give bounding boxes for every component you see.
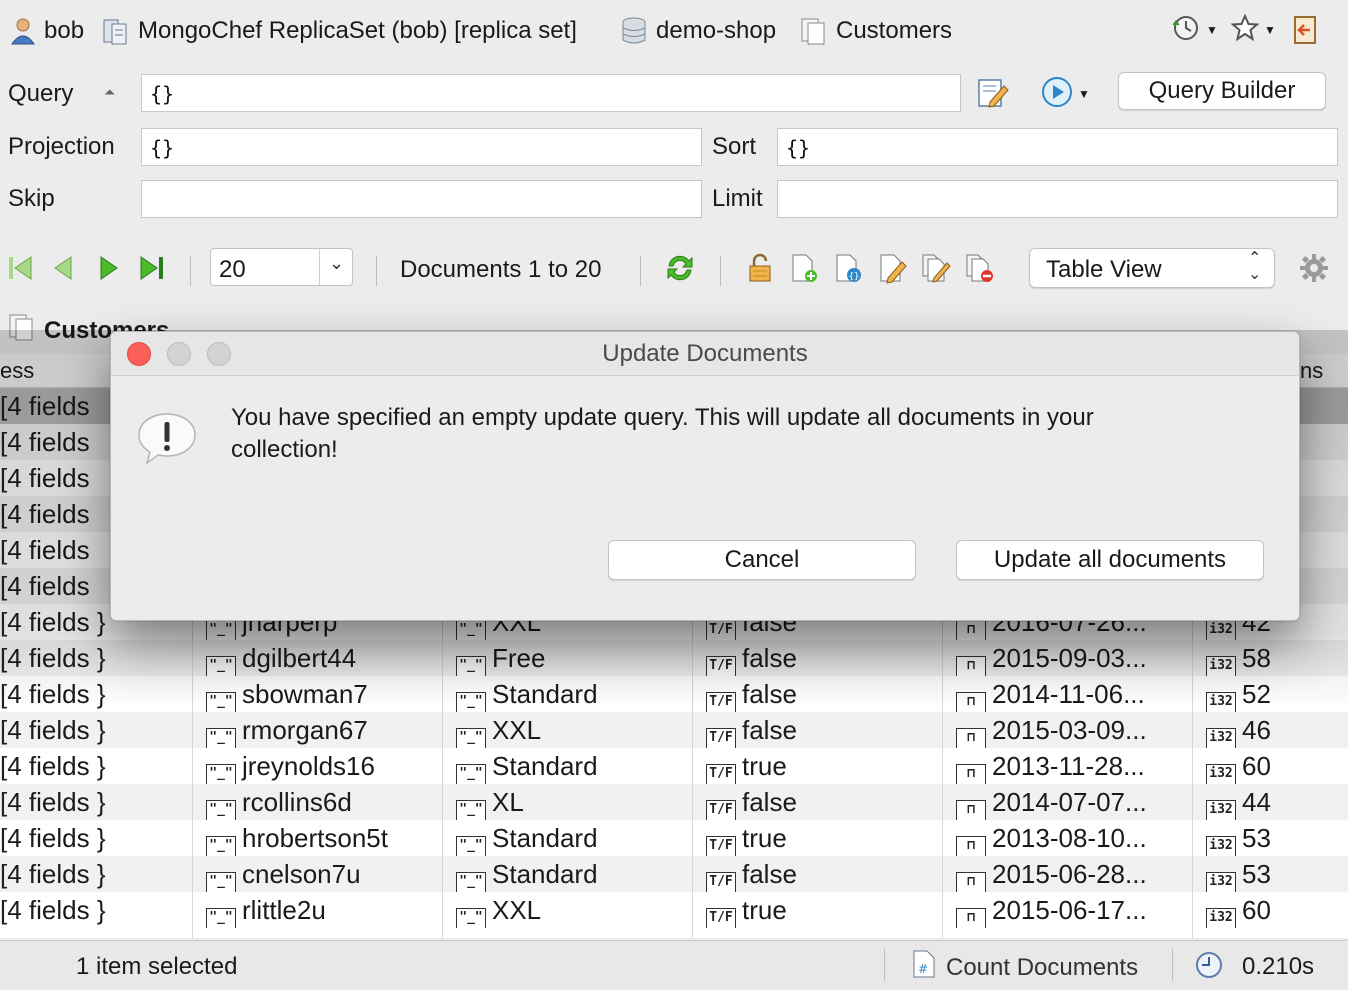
refresh-button[interactable]: [664, 252, 696, 288]
prev-page-icon: [49, 253, 79, 288]
sort-label: Sort: [712, 133, 757, 160]
last-page-button[interactable]: [136, 252, 168, 288]
page-size-select[interactable]: 20 ⌄: [210, 248, 353, 286]
query-builder-button[interactable]: Query Builder: [1118, 72, 1326, 110]
edit-multiple-icon: [920, 252, 952, 289]
status-bar: 1 item selected # Count Documents 0.210s: [0, 940, 1348, 990]
limit-label: Limit: [712, 185, 763, 212]
database-icon: [620, 16, 648, 46]
chevron-down-icon: ⌄: [329, 253, 345, 273]
breadcrumb-connection[interactable]: MongoChef ReplicaSet (bob) [replica set]: [102, 14, 577, 48]
add-document-button[interactable]: [788, 252, 820, 288]
timer-icon: [1194, 950, 1224, 987]
view-mode-value: Table View: [1046, 256, 1162, 283]
connection-icon: [102, 16, 130, 46]
refresh-icon: [664, 252, 696, 289]
favorites-button[interactable]: ▼: [1230, 13, 1282, 48]
update-all-documents-button[interactable]: Update all documents: [956, 540, 1264, 580]
query-label: Query: [8, 80, 74, 107]
query-input[interactable]: {}: [141, 74, 961, 112]
first-page-icon: [5, 253, 35, 288]
breadcrumb-database-label: demo-shop: [656, 17, 777, 44]
view-mode-select[interactable]: Table View ⌃ ⌄: [1029, 248, 1275, 288]
selection-status: 1 item selected: [76, 953, 238, 980]
skip-label: Skip: [8, 185, 55, 212]
documents-range: Documents 1 to 20: [400, 256, 602, 283]
count-documents-label: Count Documents: [946, 953, 1139, 981]
chevron-down-icon: ▼: [1078, 87, 1090, 101]
chevron-down-icon: ▼: [1264, 23, 1276, 37]
next-page-icon: [93, 253, 123, 288]
lock-button[interactable]: [744, 252, 776, 288]
svg-text:#: #: [918, 962, 928, 976]
chevron-down-icon: ▼: [1206, 23, 1218, 37]
lock-icon: [745, 252, 775, 289]
edit-document-icon: [876, 252, 908, 289]
breadcrumb-connection-label: MongoChef ReplicaSet (bob) [replica set]: [138, 17, 577, 44]
edit-query-button[interactable]: [976, 76, 1012, 112]
breadcrumb-collection[interactable]: Customers: [800, 14, 952, 48]
breadcrumb-user[interactable]: bob: [10, 14, 84, 48]
breadcrumb-database[interactable]: demo-shop: [620, 14, 776, 48]
user-icon: [10, 16, 36, 46]
edit-multiple-button[interactable]: [920, 252, 952, 288]
dialog-title: Update Documents: [111, 332, 1299, 376]
play-icon: [1040, 75, 1074, 114]
collection-icon: [800, 16, 828, 46]
gear-icon: [1298, 252, 1330, 289]
delete-document-icon: [964, 252, 996, 289]
delete-document-button[interactable]: [964, 252, 996, 288]
cancel-button[interactable]: Cancel: [608, 540, 916, 580]
update-documents-dialog: Update Documents You have specified an e…: [110, 331, 1300, 621]
count-documents-button[interactable]: # Count Documents: [912, 949, 1138, 986]
minimize-window-button[interactable]: [167, 342, 191, 366]
zoom-window-button[interactable]: [207, 342, 231, 366]
edit-query-icon: [976, 79, 1010, 114]
collapse-icon[interactable]: ⏶: [104, 84, 115, 101]
export-button[interactable]: [1290, 14, 1322, 46]
settings-button[interactable]: [1298, 252, 1330, 288]
dialog-message: You have specified an empty update query…: [231, 404, 1094, 463]
chevron-up-down-icon: ⌃ ⌄: [1248, 250, 1262, 283]
elapsed-time: 0.210s: [1242, 953, 1315, 980]
history-icon: [1170, 13, 1202, 48]
prev-page-button[interactable]: [48, 252, 80, 288]
next-page-button[interactable]: [92, 252, 124, 288]
warning-icon: [137, 410, 197, 471]
last-page-icon: [137, 253, 167, 288]
count-icon: #: [912, 949, 936, 986]
projection-input[interactable]: {}: [141, 128, 702, 166]
skip-input[interactable]: [141, 180, 702, 218]
run-query-button[interactable]: ▼: [1040, 76, 1094, 112]
svg-text:{}: {}: [849, 272, 860, 282]
close-window-button[interactable]: [127, 342, 151, 366]
sort-input[interactable]: {}: [777, 128, 1338, 166]
edit-document-button[interactable]: [876, 252, 908, 288]
star-icon: [1230, 13, 1260, 48]
projection-label: Projection: [8, 133, 115, 160]
view-json-button[interactable]: {}: [832, 252, 864, 288]
limit-input[interactable]: [777, 180, 1338, 218]
first-page-button[interactable]: [4, 252, 36, 288]
json-document-icon: {}: [832, 252, 864, 289]
history-button[interactable]: ▼: [1170, 14, 1222, 46]
add-document-icon: [788, 252, 820, 289]
breadcrumb-user-label: bob: [44, 17, 85, 44]
breadcrumb-collection-label: Customers: [836, 17, 953, 44]
export-icon: [1290, 16, 1320, 50]
page-size-value: 20: [219, 256, 246, 283]
